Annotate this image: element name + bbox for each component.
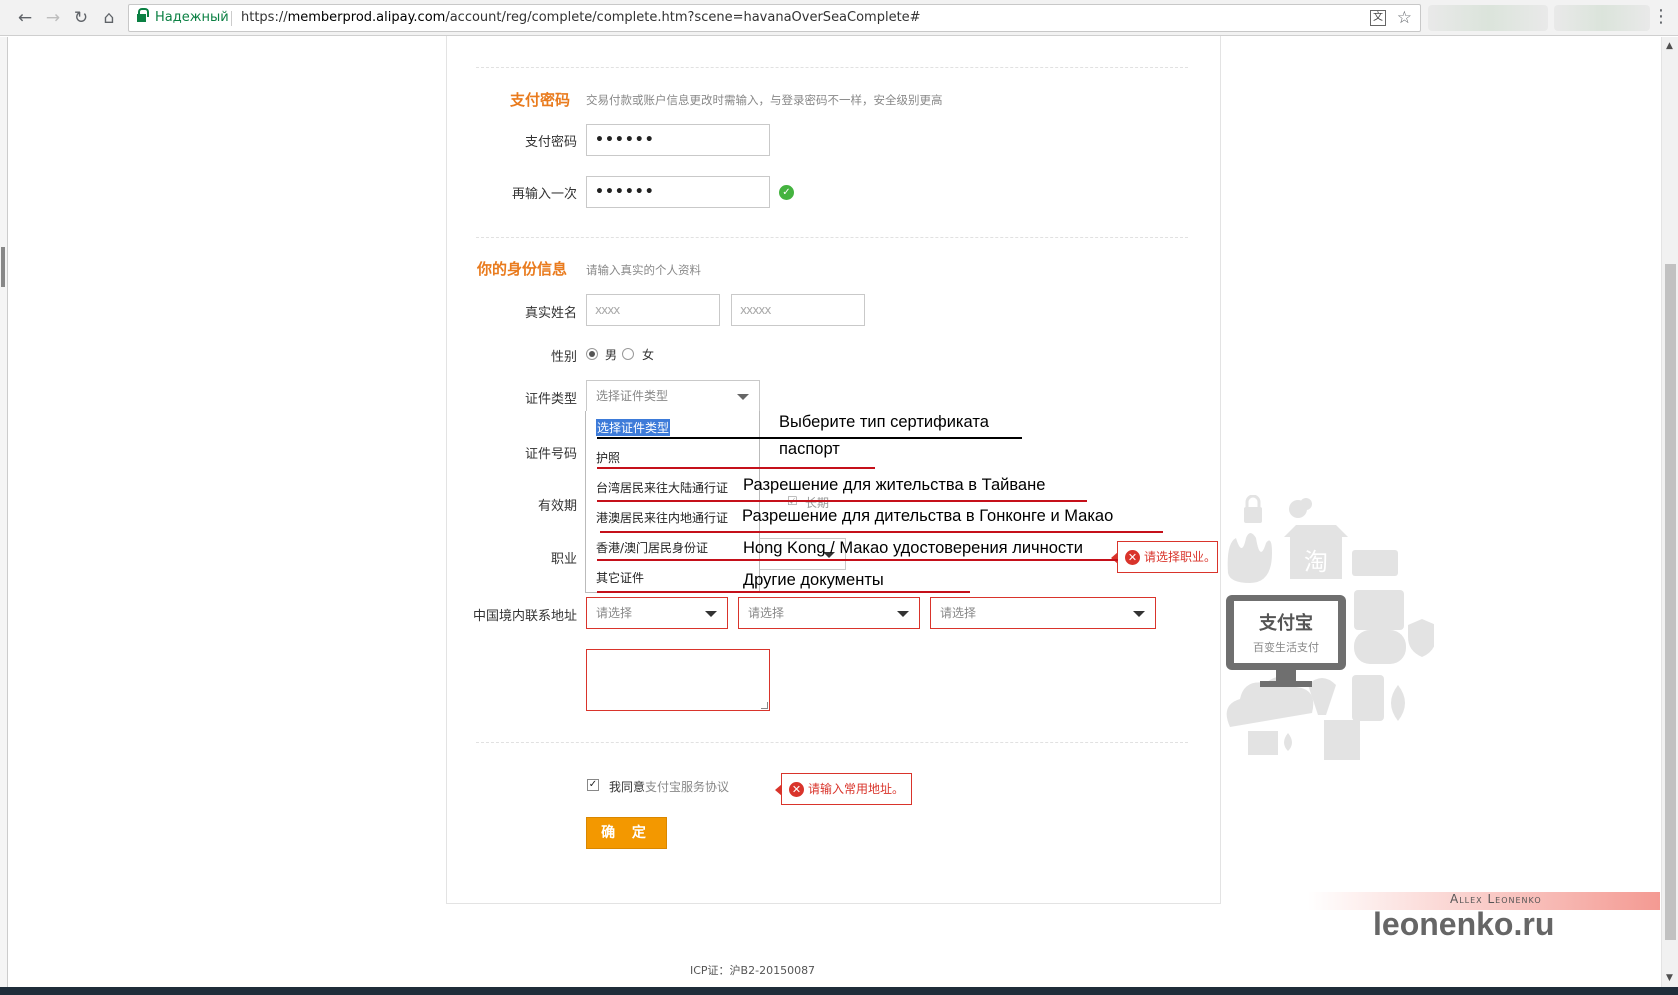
annotation-taiwan: Разрешение для жительства в Тайване bbox=[743, 476, 1046, 494]
scroll-thumb[interactable] bbox=[1665, 264, 1676, 940]
id-type-option[interactable]: 选择证件类型 bbox=[596, 419, 671, 436]
last-name-input[interactable]: xxxxx bbox=[731, 294, 865, 326]
illustration-taobao-char: 淘 bbox=[1304, 548, 1328, 576]
id-type-option[interactable]: 港澳居民来往内地通行证 bbox=[596, 509, 728, 526]
pay-password-confirm-input[interactable]: •••••• bbox=[586, 176, 770, 208]
address-bar[interactable]: Надежный https://memberprod.alipay.com/a… bbox=[128, 4, 1421, 32]
annotation-underline bbox=[597, 467, 875, 469]
agree-checkbox[interactable]: ✓ bbox=[587, 779, 599, 791]
id-type-option[interactable]: 护照 bbox=[596, 449, 620, 466]
chevron-down-icon bbox=[897, 611, 909, 617]
divider bbox=[476, 742, 1188, 743]
province-select[interactable]: 请选择 bbox=[586, 597, 728, 629]
id-type-option[interactable]: 其它证件 bbox=[596, 569, 644, 586]
address-error-tip: ✕ 请输入常用地址。 bbox=[775, 773, 912, 805]
agreement-text: 我同意支付宝服务协议 bbox=[609, 780, 730, 794]
confirm-button[interactable]: 确 定 bbox=[586, 817, 667, 849]
annotation-hk-macau-permit: Разрешение для дительства в Гонконге и М… bbox=[742, 507, 1114, 525]
chevron-down-icon bbox=[1133, 611, 1145, 617]
first-name-input[interactable]: xxxx bbox=[586, 294, 720, 326]
alipay-illustration: 支付宝 百变生活支付 淘 bbox=[1226, 495, 1434, 760]
annotation-select-type: Выберите тип сертификата bbox=[779, 413, 989, 431]
translate-icon[interactable]: 文 bbox=[1370, 10, 1386, 26]
left-scroll-edge bbox=[0, 37, 8, 987]
occupation-error-tip: ✕ 请选择职业。 bbox=[1111, 541, 1218, 573]
gender-female-label: 女 bbox=[642, 348, 655, 362]
pay-password-label: 支付密码 bbox=[524, 135, 577, 150]
illustration-slogan: 百变生活支付 bbox=[1253, 640, 1319, 654]
gender-female-radio[interactable] bbox=[622, 348, 634, 360]
illustration-brand: 支付宝 bbox=[1258, 612, 1313, 634]
gender-label: 性别 bbox=[550, 350, 577, 365]
url-text: https://memberprod.alipay.com/account/re… bbox=[241, 10, 921, 25]
pay-password-input[interactable]: •••••• bbox=[586, 124, 770, 156]
page-scrollbar[interactable]: ▲ ▼ bbox=[1661, 37, 1678, 987]
annotation-passport: паспорт bbox=[779, 440, 840, 458]
agreement-link[interactable]: 支付宝服务协议 bbox=[645, 780, 729, 794]
lock-icon bbox=[137, 8, 149, 23]
annotation-underline bbox=[597, 591, 970, 593]
error-icon: ✕ bbox=[1125, 550, 1140, 565]
annotation-underline bbox=[597, 500, 1087, 502]
annotation-underline bbox=[597, 559, 1118, 561]
browser-menu-icon[interactable]: ⋮ bbox=[1652, 6, 1670, 27]
secure-label: Надежный bbox=[155, 10, 229, 25]
pay-password-title: 支付密码 bbox=[510, 91, 571, 109]
validity-label: 有效期 bbox=[537, 499, 577, 514]
annotation-hk-macau-id: Hong Kong / Макао удостоверения личности bbox=[743, 539, 1083, 557]
annotation-underline bbox=[600, 531, 1163, 533]
forward-icon[interactable]: → bbox=[42, 7, 64, 29]
id-type-option[interactable]: 香港/澳门居民身份证 bbox=[596, 539, 708, 556]
bookmark-star-icon[interactable]: ☆ bbox=[1397, 5, 1412, 31]
annotation-other: Другие документы bbox=[743, 571, 884, 589]
divider bbox=[476, 237, 1188, 238]
address-label: 中国境内联系地址 bbox=[472, 609, 577, 624]
real-name-label: 真实姓名 bbox=[524, 306, 577, 321]
identity-hint: 请输入真实的个人资料 bbox=[586, 263, 701, 277]
pay-password-hint: 交易付款或账户信息更改时需输入，与登录密码不一样，安全级别更高 bbox=[586, 93, 943, 107]
back-icon[interactable]: ← bbox=[14, 7, 36, 29]
error-icon: ✕ bbox=[789, 782, 804, 797]
watermark-site: leonenko.ru bbox=[1373, 906, 1555, 942]
street-address-textarea[interactable] bbox=[586, 649, 770, 711]
scroll-down-icon[interactable]: ▼ bbox=[1666, 973, 1673, 983]
occupation-label: 职业 bbox=[550, 552, 577, 567]
check-success-icon: ✓ bbox=[779, 185, 794, 200]
city-select[interactable]: 请选择 bbox=[738, 597, 920, 629]
profile-area[interactable] bbox=[1554, 5, 1650, 31]
id-number-label: 证件号码 bbox=[524, 447, 577, 462]
gender-male-label: 男 bbox=[605, 348, 618, 362]
reload-icon[interactable]: ↻ bbox=[70, 7, 92, 29]
id-type-select[interactable]: 选择证件类型 bbox=[586, 380, 760, 412]
browser-toolbar: ← → ↻ ⌂ Надежный https://memberprod.alip… bbox=[0, 0, 1678, 36]
chevron-down-icon bbox=[705, 611, 717, 617]
id-type-label: 证件类型 bbox=[524, 392, 577, 407]
annotation-underline bbox=[597, 437, 1022, 439]
watermark-author: Allex Leonenko bbox=[1450, 892, 1542, 906]
extension-icons[interactable] bbox=[1428, 5, 1548, 31]
icp-license: ICP证：沪B2-20150087 bbox=[690, 964, 816, 977]
identity-title: 你的身份信息 bbox=[477, 260, 568, 278]
url-separator bbox=[231, 11, 232, 26]
district-select[interactable]: 请选择 bbox=[930, 597, 1156, 629]
chevron-down-icon bbox=[737, 394, 749, 400]
scroll-up-icon[interactable]: ▲ bbox=[1666, 41, 1673, 51]
divider bbox=[476, 67, 1188, 68]
home-icon[interactable]: ⌂ bbox=[98, 7, 120, 29]
gender-male-radio[interactable] bbox=[586, 348, 598, 360]
taskbar-strip bbox=[0, 987, 1678, 995]
id-type-option[interactable]: 台湾居民来往大陆通行证 bbox=[596, 479, 728, 496]
pay-password-confirm-label: 再输入一次 bbox=[511, 187, 577, 202]
